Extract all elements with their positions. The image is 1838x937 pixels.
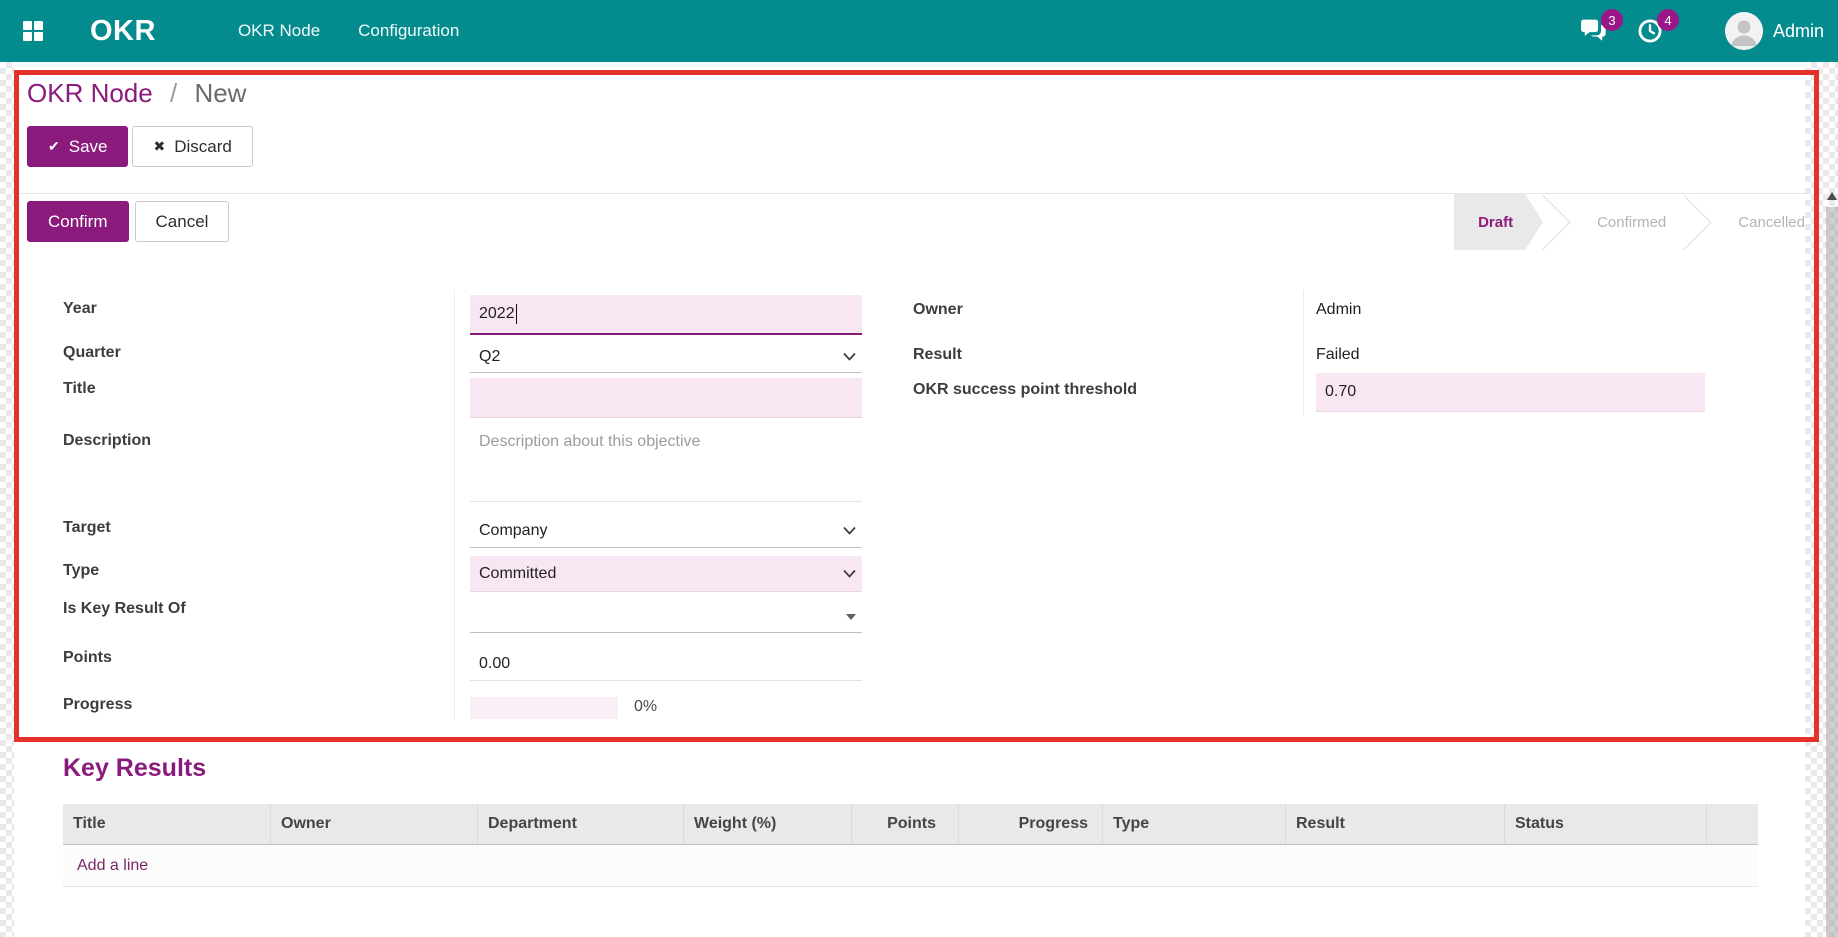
chevron-down-icon: [843, 352, 856, 361]
activities-button[interactable]: 4: [1635, 16, 1665, 46]
type-label: Type: [63, 562, 99, 580]
progress-bar: [470, 697, 618, 719]
cancel-button[interactable]: Cancel: [135, 201, 230, 242]
progress-label: Progress: [63, 696, 132, 714]
label-column-divider: [454, 290, 455, 720]
type-value: Committed: [479, 565, 556, 583]
quarter-label: Quarter: [63, 344, 121, 362]
column-header-result[interactable]: Result: [1285, 804, 1504, 844]
column-header-department[interactable]: Department: [477, 804, 683, 844]
nav-item-configuration[interactable]: Configuration: [358, 0, 459, 62]
status-step-confirmed[interactable]: Confirmed: [1579, 194, 1684, 250]
points-value: 0.00: [479, 655, 510, 673]
scrollbar-up-arrow[interactable]: [1827, 192, 1837, 200]
caret-down-icon: [846, 614, 856, 620]
threshold-input[interactable]: 0.70: [1316, 373, 1705, 412]
column-header-status[interactable]: Status: [1504, 804, 1706, 844]
points-label: Points: [63, 649, 112, 667]
navbar-right: 3 4 Admin: [1579, 12, 1824, 50]
apps-menu-button[interactable]: [18, 16, 48, 46]
breadcrumb: OKR Node / New: [27, 78, 246, 109]
column-header-weight[interactable]: Weight (%): [683, 804, 851, 844]
column-header-type[interactable]: Type: [1102, 804, 1285, 844]
chevron-down-icon: [843, 526, 856, 535]
description-textarea[interactable]: Description about this objective: [470, 425, 862, 502]
year-label: Year: [63, 300, 97, 318]
save-button-label: Save: [69, 137, 108, 157]
owner-value: Admin: [1316, 301, 1361, 319]
column-header-progress[interactable]: Progress: [958, 804, 1102, 844]
top-navbar: OKR OKR Node Configuration 3 4: [0, 0, 1838, 62]
messages-badge: 3: [1601, 9, 1623, 31]
description-label: Description: [63, 432, 151, 450]
column-header-points[interactable]: Points: [851, 804, 958, 844]
okr-form-page: OKR OKR Node Configuration 3 4: [0, 0, 1838, 937]
points-field[interactable]: 0.00: [470, 648, 862, 681]
status-step-separator: [1684, 194, 1720, 250]
confirm-button[interactable]: Confirm: [27, 201, 129, 242]
chevron-down-icon: [843, 569, 856, 578]
target-select[interactable]: Company: [470, 514, 862, 548]
nav-item-okr-node[interactable]: OKR Node: [238, 0, 320, 62]
year-input[interactable]: 2022: [470, 295, 862, 335]
column-header-title[interactable]: Title: [63, 804, 270, 844]
title-label: Title: [63, 380, 96, 398]
user-name: Admin: [1773, 21, 1824, 42]
breadcrumb-separator: /: [170, 78, 177, 108]
breadcrumb-parent-link[interactable]: OKR Node: [27, 78, 153, 108]
activities-badge: 4: [1657, 9, 1679, 31]
key-results-table-header: Title Owner Department Weight (%) Points…: [63, 804, 1758, 845]
is-key-result-of-label: Is Key Result Of: [63, 600, 186, 618]
cancel-button-label: Cancel: [156, 212, 209, 232]
result-value: Failed: [1316, 346, 1360, 364]
discard-button-label: Discard: [174, 137, 232, 157]
scrollbar-thumb[interactable]: [1826, 207, 1838, 937]
table-row: Add a line: [63, 845, 1758, 887]
result-label: Result: [913, 346, 962, 364]
label-column-divider: [1303, 290, 1304, 415]
status-step-cancelled[interactable]: Cancelled: [1720, 194, 1805, 250]
key-results-title: Key Results: [63, 754, 206, 783]
add-a-line-link[interactable]: Add a line: [63, 857, 148, 875]
target-label: Target: [63, 519, 111, 537]
quarter-select[interactable]: Q2: [470, 341, 862, 373]
column-header-owner[interactable]: Owner: [270, 804, 477, 844]
quarter-value: Q2: [479, 348, 500, 366]
year-value: 2022: [479, 305, 515, 323]
status-steps: Draft Confirmed Cancelled: [1454, 194, 1805, 250]
top-menu: OKR Node Configuration: [238, 0, 459, 62]
user-menu[interactable]: Admin: [1725, 12, 1824, 50]
status-step-draft[interactable]: Draft: [1454, 194, 1543, 250]
target-value: Company: [479, 522, 547, 540]
description-placeholder: Description about this objective: [479, 433, 700, 450]
text-cursor: [516, 304, 518, 324]
control-panel: OKR Node / New ✔ Save ✖ Discard: [14, 62, 1805, 193]
owner-label: Owner: [913, 301, 963, 319]
messages-button[interactable]: 3: [1579, 16, 1609, 46]
key-results-table: Title Owner Department Weight (%) Points…: [63, 804, 1758, 887]
breadcrumb-current: New: [194, 78, 246, 108]
discard-button[interactable]: ✖ Discard: [132, 126, 252, 167]
avatar: [1725, 12, 1763, 50]
confirm-button-label: Confirm: [48, 212, 108, 232]
title-input[interactable]: [470, 378, 862, 418]
threshold-value: 0.70: [1325, 383, 1356, 401]
check-icon: ✔: [48, 138, 60, 155]
save-button[interactable]: ✔ Save: [27, 126, 128, 167]
is-key-result-of-field[interactable]: [470, 601, 862, 633]
type-select[interactable]: Committed: [470, 556, 862, 592]
app-brand[interactable]: OKR: [90, 15, 156, 48]
statusbar-buttons: Confirm Cancel: [27, 201, 229, 242]
statusbar: Confirm Cancel Draft Confirmed Cancelled: [14, 193, 1805, 251]
x-icon: ✖: [153, 138, 165, 155]
status-step-separator: [1543, 194, 1579, 250]
progress-percent: 0%: [634, 698, 657, 716]
key-results-section: Key Results Title Owner Department Weigh…: [14, 742, 1805, 937]
column-header-blank: [1706, 804, 1758, 844]
form-sheet: Year 2022 Quarter Q2 Title Description D…: [14, 250, 1805, 742]
apps-grid-icon: [21, 19, 45, 43]
threshold-label: OKR success point threshold: [913, 381, 1137, 399]
transparent-strip-left: [0, 62, 14, 937]
control-panel-buttons: ✔ Save ✖ Discard: [27, 126, 253, 167]
